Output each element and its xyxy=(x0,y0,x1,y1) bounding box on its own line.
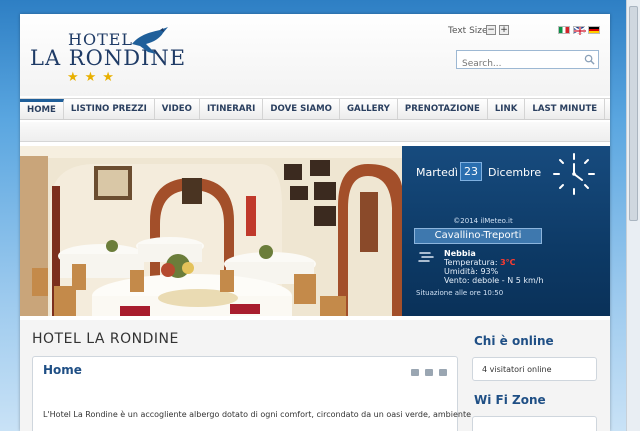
nav-item-dove-siamo[interactable]: DOVE SIAMO xyxy=(263,99,340,119)
nav-item-home[interactable]: HOME xyxy=(20,99,64,119)
weather-update-time: Situazione alle ore 10:50 xyxy=(416,289,504,297)
weather-wind: Vento: debole - N 5 km/h xyxy=(444,276,544,285)
article-text: L'Hotel La Rondine è un accogliente albe… xyxy=(43,410,472,419)
nav-item-itinerari[interactable]: ITINERARI xyxy=(200,99,264,119)
weather-widget: Martedì 23 Dicembre ©2014 ilMeteo.it Cav… xyxy=(402,146,610,316)
sub-navigation-bar xyxy=(20,122,610,142)
who-is-online-box: 4 visitatori online xyxy=(472,357,597,381)
search-input[interactable] xyxy=(457,55,577,73)
nav-item-last-minute[interactable]: LAST MINUTE xyxy=(525,99,606,119)
weather-date: 23 xyxy=(460,162,482,181)
nav-item-prenotazione[interactable]: PRENOTAZIONE xyxy=(398,99,488,119)
article-box: Home L'Hotel La Rondine è un accogliente… xyxy=(32,356,471,431)
pdf-icon[interactable] xyxy=(411,369,419,376)
article-title[interactable]: Home xyxy=(43,363,82,377)
nav-item-link[interactable]: LINK xyxy=(488,99,526,119)
email-icon[interactable] xyxy=(439,369,447,376)
weather-credit-link[interactable]: ©2014 ilMeteo.it xyxy=(402,217,564,225)
page-title: HOTEL LA RONDINE xyxy=(32,331,179,347)
nav-item-video[interactable]: VIDEO xyxy=(155,99,200,119)
content-area: HOTEL LA RONDINE Home L'Hotel La Rondine… xyxy=(20,320,610,431)
text-size-decrease-button[interactable]: − xyxy=(486,25,496,35)
article-actions xyxy=(411,369,447,376)
weather-humidity: Umidità: 93% xyxy=(444,267,499,276)
weather-city: Cavallino-Treporti xyxy=(414,228,542,244)
swallow-logo-icon xyxy=(132,27,168,54)
search-box xyxy=(456,50,599,73)
weather-month: Dicembre xyxy=(488,166,542,179)
scrollbar-thumb[interactable] xyxy=(629,6,638,221)
text-size-increase-button[interactable]: + xyxy=(499,25,509,35)
wifi-zone-title: Wi Fi Zone xyxy=(474,393,546,407)
wifi-zone-box xyxy=(472,416,597,431)
temperature-label: Temperatura: xyxy=(444,258,498,267)
logo-stars: ★★★ xyxy=(67,70,120,85)
print-icon[interactable] xyxy=(425,369,433,376)
german-flag-icon[interactable] xyxy=(588,26,600,34)
nav-item-gallery[interactable]: GALLERY xyxy=(340,99,398,119)
weather-day: Martedì xyxy=(416,166,458,179)
window-scrollbar[interactable] xyxy=(626,0,640,431)
main-navigation: HOME LISTINO PREZZI VIDEO ITINERARI DOVE SIA… xyxy=(20,98,610,120)
italian-flag-icon[interactable] xyxy=(558,26,570,34)
header-banner: Martedì 23 Dicembre ©2014 ilMeteo.it Cav… xyxy=(20,146,610,316)
weather-temperature: Temperatura: 3°C xyxy=(444,258,516,267)
text-size-label: Text Size xyxy=(448,26,488,36)
temperature-value: 3°C xyxy=(500,258,516,267)
page-container: HOTEL LA RONDINE ★★★ Text Size − + HO xyxy=(20,14,610,431)
fog-icon xyxy=(418,252,434,262)
site-header: HOTEL LA RONDINE ★★★ Text Size − + xyxy=(20,14,610,96)
weather-condition: Nebbia xyxy=(444,249,476,258)
online-visitors-count: 4 visitatori online xyxy=(482,365,552,374)
clock-icon xyxy=(553,153,595,195)
nav-item-listino-prezzi[interactable]: LISTINO PREZZI xyxy=(64,99,155,119)
restaurant-photo xyxy=(20,146,402,316)
who-is-online-title: Chi è online xyxy=(474,334,554,348)
uk-flag-icon[interactable] xyxy=(573,26,586,35)
search-icon[interactable] xyxy=(584,54,595,65)
